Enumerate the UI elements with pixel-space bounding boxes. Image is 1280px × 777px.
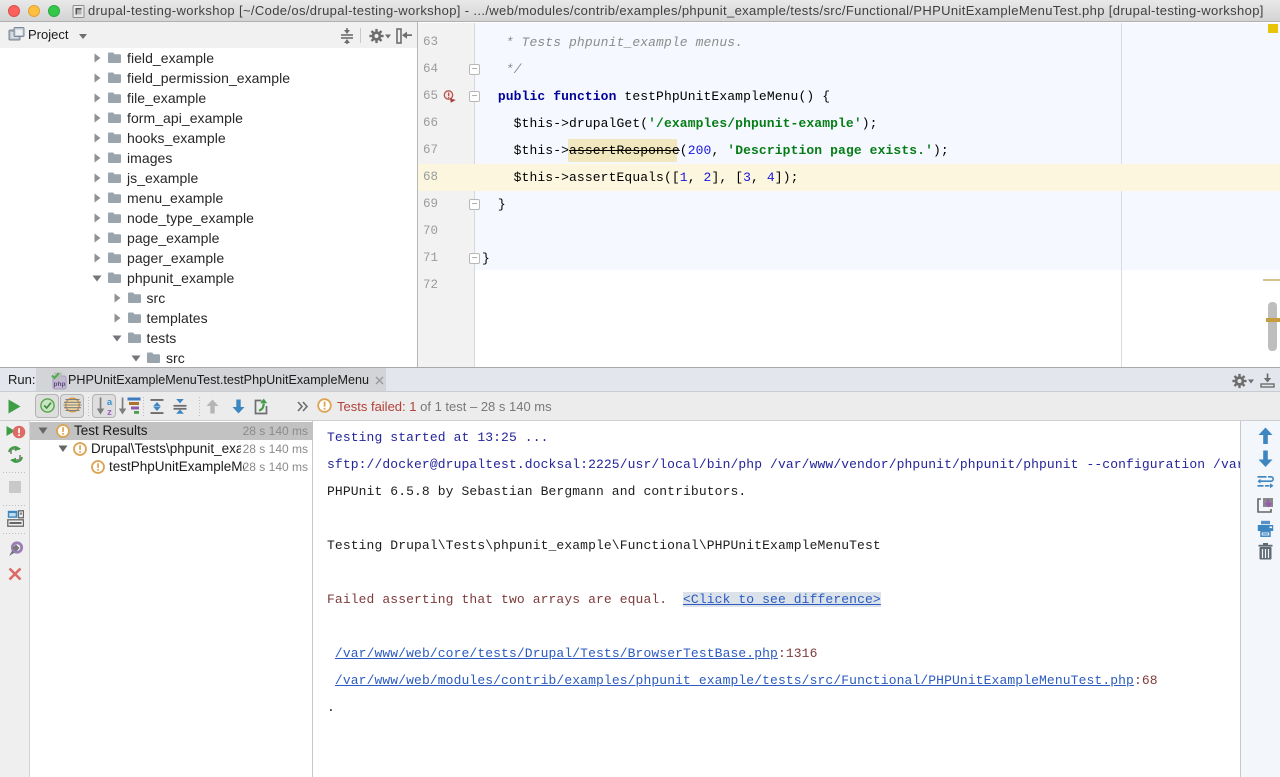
svg-text:z: z [107,407,112,416]
svg-text:php: php [54,381,66,388]
